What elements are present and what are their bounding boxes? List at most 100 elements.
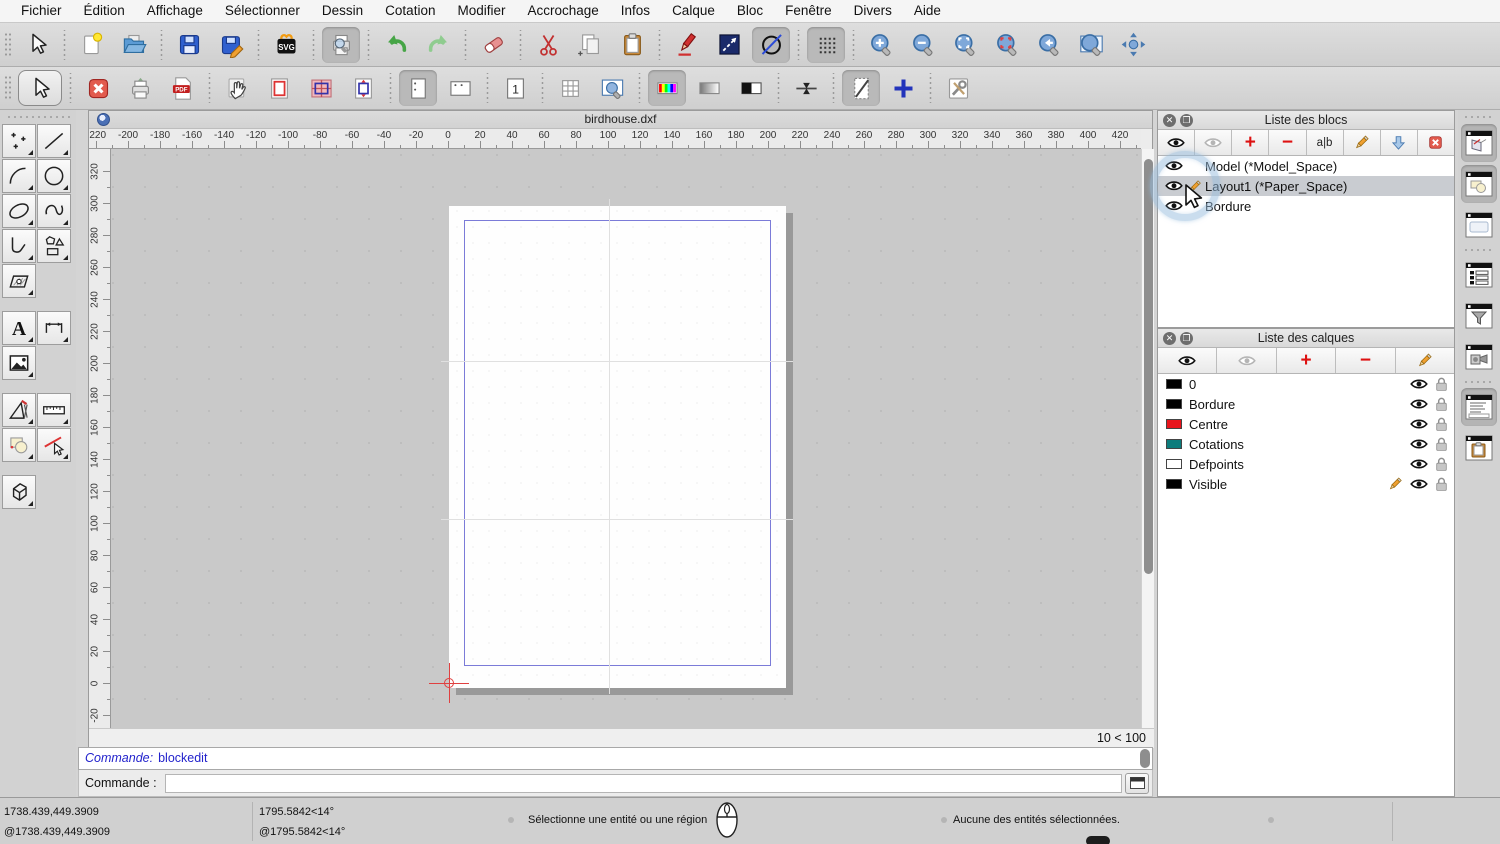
detach-panel-icon[interactable]: ❐ [1180,332,1193,345]
save-button[interactable] [170,27,208,63]
print-button[interactable] [121,70,159,106]
rename-block-button[interactable]: a|b [1306,130,1344,155]
eye-icon[interactable] [1410,478,1428,490]
block-row[interactable]: Model (*Model_Space) [1158,156,1454,176]
zoom-previous-button[interactable] [1030,27,1068,63]
palette-drag-handle[interactable] [6,114,70,120]
insert-block-button[interactable] [1380,130,1418,155]
hide-all-layers-button[interactable] [1217,348,1277,373]
copy-button[interactable] [571,27,609,63]
undo-button[interactable] [377,27,415,63]
close-panel-icon[interactable]: ✕ [1163,114,1176,127]
remove-block-button[interactable]: − [1269,130,1307,155]
grid-toggle-button[interactable] [807,26,845,63]
save-as-button[interactable] [212,27,250,63]
grayscale-mode-button[interactable] [690,70,728,106]
menu-fentre[interactable]: Fenêtre [774,0,843,22]
layer-row[interactable]: Defpoints [1158,454,1454,474]
draft-mode-button[interactable] [842,70,880,106]
eye-icon[interactable] [1165,160,1183,171]
text-tool-button[interactable]: A [2,311,36,345]
block-widget-button[interactable] [1461,165,1497,203]
cut-button[interactable] [529,27,567,63]
block-row[interactable]: Layout1 (*Paper_Space) [1158,176,1454,196]
canvas-vertical-scrollbar[interactable] [1141,149,1154,728]
eye-icon[interactable] [1410,378,1428,390]
black-white-mode-button[interactable] [732,70,770,106]
layer-row[interactable]: Centre [1158,414,1454,434]
menu-aide[interactable]: Aide [903,0,952,22]
lock-icon[interactable] [1435,476,1448,492]
spline-tool-button[interactable] [37,194,71,228]
add-block-button[interactable]: + [1232,130,1270,155]
zoom-selection-button[interactable] [988,27,1026,63]
delete-entities-button[interactable] [474,27,512,63]
command-history[interactable]: Commande: blockedit [78,747,1153,770]
print-preview-button[interactable] [322,26,360,63]
command-history-scroll-thumb[interactable] [1140,749,1150,768]
hatch-tool-button[interactable] [2,264,36,298]
pan-hand-button[interactable] [218,70,256,106]
toolbar-second-drag-handle[interactable] [4,75,12,101]
page-border-button[interactable] [260,70,298,106]
drawing-window-titlebar[interactable]: birdhouse.dxf [89,111,1152,129]
polyline-tool-button[interactable] [2,229,36,263]
remove-layer-button[interactable]: − [1336,348,1396,373]
toolbar-top-drag-handle[interactable] [4,31,12,58]
lock-icon[interactable] [1435,376,1448,392]
command-widget-button[interactable] [1461,388,1497,426]
zoom-in-button[interactable] [862,27,900,63]
new-file-button[interactable] [73,27,111,63]
add-layer-button[interactable]: + [1276,348,1337,373]
menu-divers[interactable]: Divers [843,0,903,22]
view-widget-button[interactable] [1461,338,1497,376]
drawing-canvas[interactable] [111,149,1141,728]
arc-tool-button[interactable] [2,159,36,193]
filter-widget-button[interactable] [1461,297,1497,335]
paste-button[interactable] [613,27,651,63]
lock-icon[interactable] [1435,416,1448,432]
line-attributes-button[interactable] [710,27,748,63]
edit-block-button[interactable] [1343,130,1381,155]
menu-cotation[interactable]: Cotation [374,0,446,22]
eye-icon[interactable] [1410,398,1428,410]
lock-icon[interactable] [1435,436,1448,452]
detach-panel-icon[interactable]: ❐ [1180,114,1193,127]
menu-modifier[interactable]: Modifier [446,0,516,22]
landscape-orientation-button[interactable] [441,70,479,106]
open-file-button[interactable] [115,27,153,63]
zoom-pan-button[interactable] [1114,27,1152,63]
toggle-block-visibility-button[interactable] [1417,130,1454,155]
measure-tool-button[interactable] [37,393,71,427]
canvas-vscroll-thumb[interactable] [1144,159,1153,574]
lock-icon[interactable] [1435,396,1448,412]
full-color-mode-button[interactable] [648,70,686,106]
close-panel-icon[interactable]: ✕ [1163,332,1176,345]
eye-icon[interactable] [1165,180,1183,191]
svg-export-button[interactable]: SVG [267,27,305,63]
property-widget-button[interactable] [1461,206,1497,244]
menu-fichier[interactable]: Fichier [10,0,73,22]
close-drawing-button[interactable] [79,70,117,106]
eye-icon[interactable] [1410,458,1428,470]
grid-setup-button[interactable] [551,70,589,106]
eye-icon[interactable] [1410,418,1428,430]
portrait-orientation-button[interactable] [399,70,437,106]
entity-display-button[interactable] [752,26,790,63]
page-count-button[interactable]: 1 [496,70,534,106]
library-browser-widget-button[interactable] [1461,124,1497,162]
modify-tool-button[interactable] [2,393,36,427]
redo-button[interactable] [419,27,457,63]
pen-edit-button[interactable] [668,27,706,63]
dock-drag-handle[interactable] [1463,114,1495,120]
layer-widget-button[interactable] [1461,256,1497,294]
pdf-export-button[interactable]: PDF [163,70,201,106]
solid3d-tool-button[interactable] [2,475,36,509]
dimension-tool-button[interactable] [37,311,71,345]
menu-slectionner[interactable]: Sélectionner [214,0,311,22]
menu-accrochage[interactable]: Accrochage [516,0,609,22]
center-spacing-button[interactable] [787,70,825,106]
layer-row[interactable]: Visible [1158,474,1454,494]
block-row[interactable]: Bordure [1158,196,1454,216]
show-all-blocks-button[interactable] [1158,130,1196,155]
